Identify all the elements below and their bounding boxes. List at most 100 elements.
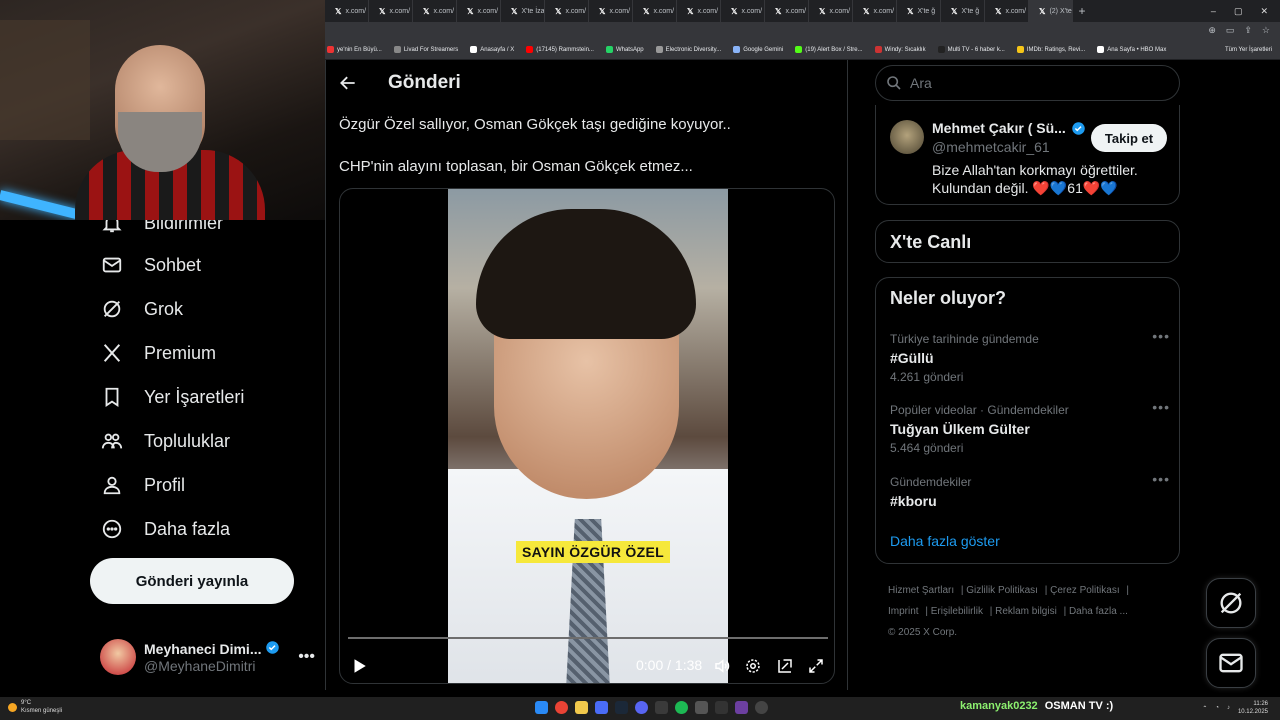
browser-tab[interactable]: 𝕏x.com/ [633, 0, 677, 22]
weather-widget[interactable]: 9°C Kısmen güneşli [8, 699, 62, 715]
bookmark-item[interactable]: Ana Sayfa • HBO Max [1097, 46, 1166, 53]
bookmark-item[interactable]: ye'nin En Büyü... [327, 46, 382, 53]
more-dots-icon[interactable]: ••• [298, 648, 315, 666]
file-explorer-icon[interactable] [575, 701, 588, 714]
browser-tab[interactable]: 𝕏x.com/ [457, 0, 501, 22]
app-icon[interactable] [715, 701, 728, 714]
volume-icon[interactable] [713, 657, 731, 675]
minimize-icon[interactable]: – [1211, 6, 1216, 17]
search-input[interactable]: Ara [875, 65, 1180, 101]
new-tab-button[interactable]: + [1073, 4, 1091, 18]
person-icon [100, 473, 124, 497]
fullscreen-icon[interactable] [807, 657, 825, 675]
trend-item[interactable]: Gündemdekiler #kboru ••• [890, 471, 1170, 509]
account-switcher[interactable]: Meyhaneci Dimi... @MeyhaneDimitri ••• [100, 634, 315, 680]
browser-tab[interactable]: 𝕏x.com/ [853, 0, 897, 22]
bookmark-item[interactable]: Multi TV - 6 haber k... [937, 46, 1005, 53]
footer-link[interactable]: Reklam bilgisi [995, 606, 1057, 617]
nav-item-chat[interactable]: Sohbet [100, 250, 201, 280]
picture-in-picture-icon[interactable] [776, 657, 794, 675]
messages-floating-button[interactable] [1206, 638, 1256, 688]
share-icon[interactable]: ⇪ [1244, 25, 1252, 36]
clock[interactable]: 11:26 10.12.2025 [1238, 700, 1268, 716]
browser-tab[interactable]: 𝕏 (2) X'te [1029, 0, 1073, 22]
nav-item-communities[interactable]: Topluluklar [100, 426, 230, 456]
bookmark-item[interactable]: Anasayfa / X [470, 46, 514, 53]
restore-icon[interactable]: ▢ [1234, 6, 1243, 17]
x-logo-icon: 𝕏 [819, 6, 826, 16]
more-dots-icon[interactable]: ••• [1152, 399, 1170, 415]
discord-icon[interactable] [635, 701, 648, 714]
footer-link[interactable]: Çerez Politikası [1050, 585, 1119, 596]
settings-gear-icon[interactable] [744, 657, 762, 675]
star-icon[interactable]: ☆ [1262, 25, 1270, 36]
bio-line: Kulundan değil. ❤️💙61❤️💙 [932, 180, 1118, 196]
play-icon[interactable] [350, 657, 368, 675]
app-icon[interactable] [595, 701, 608, 714]
browser-tab[interactable]: 𝕏 X'te ğ [897, 0, 941, 22]
bookmark-item[interactable]: (17145) Rammstein... [526, 46, 594, 53]
speaker-icon[interactable]: ♪ [1227, 705, 1230, 711]
browser-tab[interactable]: 𝕏x.com/ [809, 0, 853, 22]
chrome-icon[interactable] [555, 701, 568, 714]
nav-item-more[interactable]: Daha fazla [100, 514, 230, 544]
app-icon[interactable] [655, 701, 668, 714]
spotify-icon[interactable] [675, 701, 688, 714]
bookmark-item[interactable]: Livad For Streamers [393, 46, 458, 53]
footer-link[interactable]: Erişilebilirlik [931, 606, 983, 617]
follow-button[interactable]: Takip et [1091, 124, 1167, 152]
grok-floating-button[interactable] [1206, 578, 1256, 628]
browser-tab[interactable]: 𝕏x.com/ [721, 0, 765, 22]
nav-item-premium[interactable]: Premium [100, 338, 216, 368]
browser-tab[interactable]: 𝕏x.com/ [589, 0, 633, 22]
avatar[interactable] [890, 120, 924, 154]
browser-tab[interactable]: 𝕏x.com/ [765, 0, 809, 22]
footer-link[interactable]: Daha fazla ... [1069, 606, 1128, 617]
footer-link[interactable]: Hizmet Şartları [888, 585, 954, 596]
zoom-icon[interactable]: ⊕ [1208, 25, 1216, 36]
sun-icon [8, 702, 17, 712]
windows-start-icon[interactable] [535, 701, 548, 714]
trend-name: Tuğyan Ülkem Gülter [890, 421, 1030, 437]
trend-item[interactable]: Türkiye tarihinde gündemde #Güllü 4.261 … [890, 328, 1170, 384]
all-bookmarks-link[interactable]: Tüm Yer İşaretleri [1225, 47, 1280, 53]
bookmark-item[interactable]: (19) Alert Box / Stre... [795, 46, 863, 53]
browser-tab[interactable]: 𝕏x.com/ [545, 0, 589, 22]
browser-tab[interactable]: 𝕏 X'te ğ [941, 0, 985, 22]
back-arrow-icon[interactable] [338, 73, 358, 93]
bookmark-item[interactable]: IMDb: Ratings, Revi... [1016, 46, 1085, 53]
video-progress-bar[interactable] [348, 637, 828, 639]
close-icon[interactable]: ✕ [1260, 6, 1268, 17]
footer-link[interactable]: Gizlilik Politikası [966, 585, 1038, 596]
browser-tab[interactable]: 𝕏 X'te İza [501, 0, 545, 22]
browser-tab[interactable]: 𝕏x.com/ [369, 0, 413, 22]
nav-item-bookmarks[interactable]: Yer İşaretleri [100, 382, 244, 412]
browser-tab[interactable]: 𝕏x.com/ [677, 0, 721, 22]
more-dots-icon[interactable]: ••• [1152, 328, 1170, 344]
browser-tab[interactable]: 𝕏x.com/ [325, 0, 369, 22]
bookmark-item[interactable]: Electronic Diversity... [655, 46, 721, 53]
trend-item[interactable]: Popüler videolar · Gündemdekiler Tuğyan … [890, 399, 1170, 455]
obs-icon[interactable] [755, 701, 768, 714]
trend-count: 5.464 gönderi [890, 441, 964, 455]
bookmark-item[interactable]: Google Gemini [733, 46, 783, 53]
footer-link[interactable]: Imprint [888, 606, 919, 617]
bookmark-item[interactable]: WhatsApp [605, 46, 644, 53]
more-dots-icon[interactable]: ••• [1152, 471, 1170, 487]
nav-item-grok[interactable]: Grok [100, 294, 183, 324]
browser-tab[interactable]: 𝕏x.com/ [985, 0, 1029, 22]
bookmark-item[interactable]: Windy: Sıcaklık [874, 46, 926, 53]
cast-icon[interactable]: ▭ [1226, 25, 1235, 36]
nav-item-profile[interactable]: Profil [100, 470, 185, 500]
video-player[interactable]: SAYIN ÖZGÜR ÖZEL 0:00 / 1:38 [339, 188, 835, 684]
post-button[interactable]: Gönderi yayınla [90, 558, 294, 604]
show-more-link[interactable]: Daha fazla göster [890, 533, 1000, 549]
wifi-icon[interactable]: ◔ [1215, 705, 1219, 711]
app-icon[interactable] [735, 701, 748, 714]
browser-tab[interactable]: 𝕏x.com/ [413, 0, 457, 22]
app-icon[interactable] [695, 701, 708, 714]
steam-icon[interactable] [615, 701, 628, 714]
live-on-x-card[interactable]: X'te Canlı [875, 220, 1180, 263]
chevron-up-icon[interactable]: ⌃ [1202, 705, 1207, 712]
suggested-user-name[interactable]: Mehmet Çakır ( Sü... [932, 120, 1086, 136]
